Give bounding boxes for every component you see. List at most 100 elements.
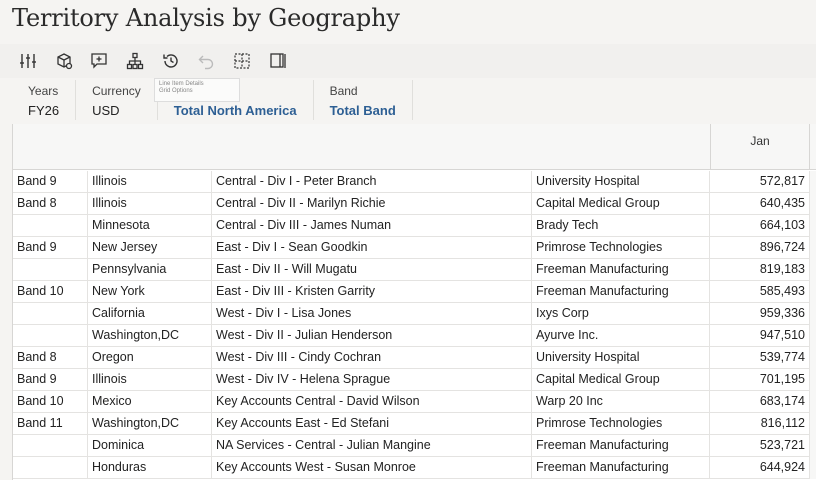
pov-label: Band	[329, 84, 358, 98]
cell-next-column	[810, 391, 816, 413]
cell-jan[interactable]: 644,924	[710, 457, 810, 479]
table-row: Dominica NA Services - Central - Julian M…	[13, 435, 816, 457]
cell-account[interactable]: Warp 20 Inc	[532, 391, 710, 413]
undo-icon	[188, 46, 224, 76]
pov-band[interactable]: Band Total Band	[314, 80, 413, 120]
cell-territory[interactable]: East - Div II - Will Mugatu	[212, 259, 532, 281]
cell-jan[interactable]: 585,493	[710, 281, 810, 303]
cell-band[interactable]	[13, 435, 88, 457]
cell-state[interactable]: Honduras	[88, 457, 212, 479]
comment-icon[interactable]	[81, 46, 117, 76]
cell-territory[interactable]: Key Accounts West - Susan Monroe	[212, 457, 532, 479]
cell-jan[interactable]: 683,174	[710, 391, 810, 413]
table-row: Band 8 Oregon West - Div III - Cindy Cochr…	[13, 347, 816, 369]
cell-band[interactable]: Band 9	[13, 171, 88, 193]
cell-territory[interactable]: East - Div I - Sean Goodkin	[212, 237, 532, 259]
cell-territory[interactable]: East - Div III - Kristen Garrity	[212, 281, 532, 303]
cell-account[interactable]: Capital Medical Group	[532, 193, 710, 215]
pov-value-link[interactable]: Total Band	[330, 103, 396, 118]
cell-account[interactable]: Freeman Manufacturing	[532, 457, 710, 479]
cell-territory[interactable]: Central - Div I - Peter Branch	[212, 171, 532, 193]
cell-account[interactable]: Ayurve Inc.	[532, 325, 710, 347]
cell-band[interactable]: Band 8	[13, 193, 88, 215]
cell-state[interactable]: Oregon	[88, 347, 212, 369]
cell-state[interactable]: Pennsylvania	[88, 259, 212, 281]
cell-state[interactable]: Illinois	[88, 369, 212, 391]
cell-next-column	[810, 193, 816, 215]
cell-jan[interactable]: 664,103	[710, 215, 810, 237]
cell-next-column	[810, 413, 816, 435]
cell-territory[interactable]: NA Services - Central - Julian Mangine	[212, 435, 532, 457]
cell-territory[interactable]: West - Div IV - Helena Sprague	[212, 369, 532, 391]
cell-jan[interactable]: 896,724	[710, 237, 810, 259]
cell-territory[interactable]: Key Accounts Central - David Wilson	[212, 391, 532, 413]
cell-band[interactable]: Band 10	[13, 281, 88, 303]
cell-band[interactable]	[13, 215, 88, 237]
cell-state[interactable]: Minnesota	[88, 215, 212, 237]
cell-account[interactable]: Freeman Manufacturing	[532, 435, 710, 457]
cell-state[interactable]: Mexico	[88, 391, 212, 413]
cell-jan[interactable]: 539,774	[710, 347, 810, 369]
cell-account[interactable]: Freeman Manufacturing	[532, 281, 710, 303]
hierarchy-icon[interactable]	[117, 46, 153, 76]
cell-account[interactable]: University Hospital	[532, 347, 710, 369]
cell-state[interactable]: Dominica	[88, 435, 212, 457]
cell-band[interactable]	[13, 259, 88, 281]
cell-state[interactable]: Washington,DC	[88, 325, 212, 347]
cell-territory[interactable]: Key Accounts East - Ed Stefani	[212, 413, 532, 435]
sliders-icon[interactable]	[10, 46, 46, 76]
cell-account[interactable]: Primrose Technologies	[532, 237, 710, 259]
pov-value-link[interactable]: Total North America	[174, 103, 297, 118]
pov-value: FY26	[28, 103, 60, 118]
cell-account[interactable]: Brady Tech	[532, 215, 710, 237]
page-title: Territory Analysis by Geography	[12, 4, 400, 32]
cell-band[interactable]: Band 10	[13, 391, 88, 413]
cell-account[interactable]: Ixys Corp	[532, 303, 710, 325]
cell-state[interactable]: Illinois	[88, 171, 212, 193]
cell-next-column	[810, 281, 816, 303]
panel-icon[interactable]	[260, 46, 296, 76]
cell-band[interactable]: Band 11	[13, 413, 88, 435]
pov-label: Currency	[92, 84, 141, 98]
cell-jan[interactable]: 819,183	[710, 259, 810, 281]
cell-territory[interactable]: West - Div II - Julian Henderson	[212, 325, 532, 347]
cell-territory[interactable]: Central - Div II - Marilyn Richie	[212, 193, 532, 215]
cell-jan[interactable]: 947,510	[710, 325, 810, 347]
cell-account[interactable]: Freeman Manufacturing	[532, 259, 710, 281]
cell-next-column	[810, 457, 816, 479]
cell-band[interactable]: Band 9	[13, 237, 88, 259]
cell-jan[interactable]: 572,817	[710, 171, 810, 193]
cell-state[interactable]: New Jersey	[88, 237, 212, 259]
cell-jan[interactable]: 640,435	[710, 193, 810, 215]
cell-account[interactable]: Capital Medical Group	[532, 369, 710, 391]
cell-state[interactable]: Illinois	[88, 193, 212, 215]
cell-territory[interactable]: Central - Div III - James Numan	[212, 215, 532, 237]
cell-territory[interactable]: West - Div I - Lisa Jones	[212, 303, 532, 325]
cell-band[interactable]	[13, 325, 88, 347]
table-row: California West - Div I - Lisa Jones Ixys …	[13, 303, 816, 325]
cell-band[interactable]: Band 9	[13, 369, 88, 391]
cell-state[interactable]: California	[88, 303, 212, 325]
pov-label: Years	[28, 84, 59, 98]
cell-territory[interactable]: West - Div III - Cindy Cochran	[212, 347, 532, 369]
cell-band[interactable]	[13, 303, 88, 325]
cell-state[interactable]: New York	[88, 281, 212, 303]
pov-years[interactable]: Years FY26	[12, 80, 77, 120]
history-icon[interactable]	[153, 46, 189, 76]
cell-jan[interactable]: 701,195	[710, 369, 810, 391]
cell-jan[interactable]: 523,721	[710, 435, 810, 457]
cube-icon[interactable]	[46, 46, 82, 76]
cell-state[interactable]: Washington,DC	[88, 413, 212, 435]
cell-jan[interactable]: 959,336	[710, 303, 810, 325]
cell-account[interactable]: Primrose Technologies	[532, 413, 710, 435]
table-row: Band 9 Illinois Central - Div I - Peter Br…	[13, 171, 816, 193]
cell-jan[interactable]: 816,112	[710, 413, 810, 435]
tooltip-line: Line Item Details	[159, 81, 204, 87]
cell-band[interactable]: Band 8	[13, 347, 88, 369]
column-header-jan[interactable]: Jan	[710, 124, 810, 170]
pov-currency[interactable]: Currency USD	[76, 80, 158, 120]
cell-account[interactable]: University Hospital	[532, 171, 710, 193]
toolbar	[0, 44, 816, 78]
grid-select-icon[interactable]	[224, 46, 260, 76]
cell-band[interactable]	[13, 457, 88, 479]
